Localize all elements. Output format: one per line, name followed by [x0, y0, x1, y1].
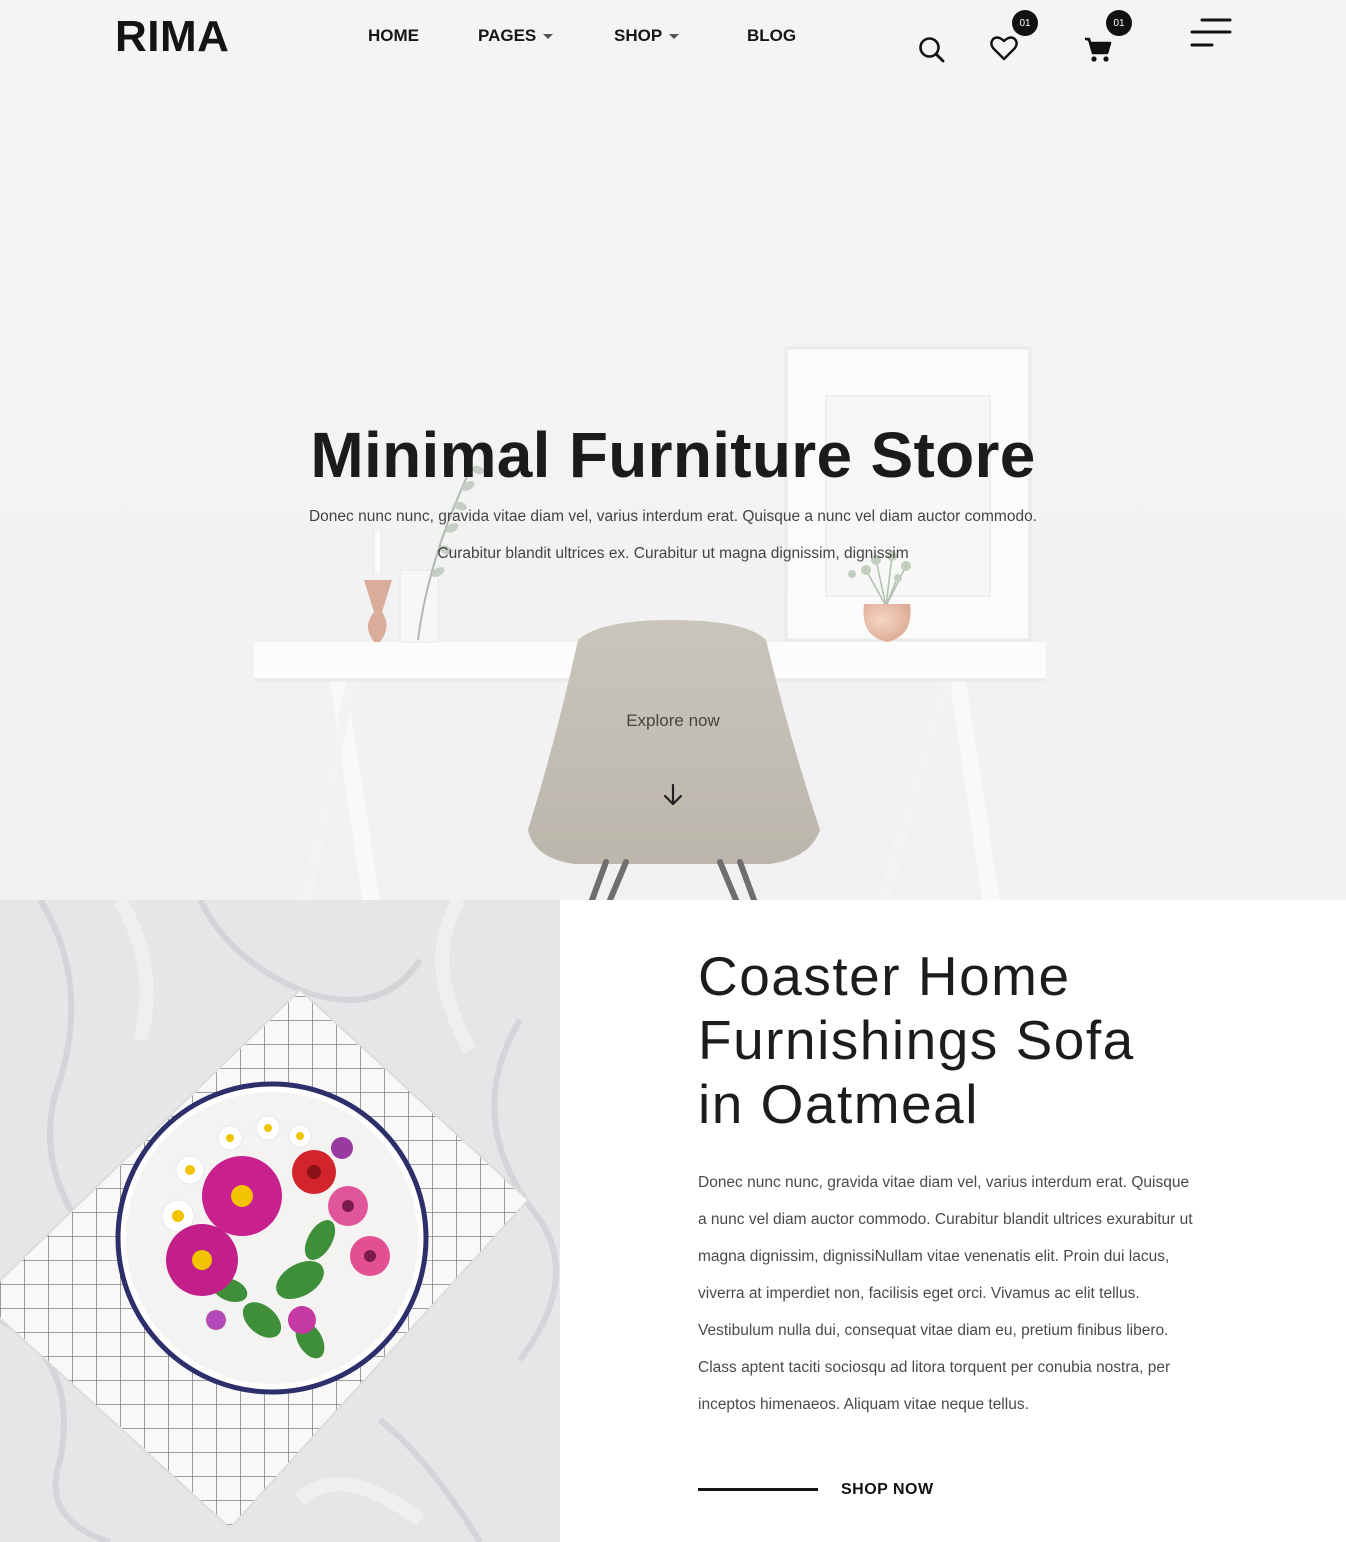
- hero-subtitle-line1: Donec nunc nunc, gravida vitae diam vel,…: [308, 508, 1037, 525]
- feature-description: Donec nunc nunc, gravida vitae diam vel,…: [698, 1164, 1228, 1423]
- wishlist-count-badge: 01: [1012, 10, 1038, 36]
- arrow-down-icon[interactable]: [662, 783, 684, 812]
- hero-subtitle-line2: Curabitur blandit ultrices ex. Curabitur…: [437, 545, 909, 562]
- feature-description-line: Vestibulum nulla dui, consequat vitae di…: [698, 1322, 1169, 1339]
- feature-description-line: Donec nunc nunc, gravida vitae diam vel,…: [698, 1174, 1190, 1191]
- explore-now-link[interactable]: Explore now: [0, 711, 1346, 731]
- heart-icon: [990, 36, 1018, 61]
- caret-down-icon: [669, 33, 680, 39]
- wishlist-button[interactable]: [990, 35, 1018, 66]
- feature-title-line: Coaster Home: [698, 945, 1071, 1007]
- nav-item-label: PAGES: [478, 26, 537, 45]
- shop-now-button[interactable]: SHOP NOW: [841, 1481, 934, 1499]
- cart-button[interactable]: [1084, 37, 1112, 68]
- feature-description-line: inceptos himenaeos. Aliquam vitae neque …: [698, 1396, 1029, 1413]
- feature-title-line: in Oatmeal: [698, 1073, 979, 1135]
- feature-image: [0, 900, 560, 1542]
- feature-description-line: Class aptent taciti sociosqu ad litora t…: [698, 1359, 1171, 1376]
- site-logo[interactable]: RIMA: [115, 12, 229, 62]
- menu-icon[interactable]: [1190, 17, 1232, 54]
- caret-down-icon: [543, 33, 554, 39]
- cart-count-badge: 01: [1106, 10, 1132, 36]
- nav-item-blog[interactable]: BLOG: [747, 26, 796, 46]
- shop-now-divider: [698, 1488, 818, 1491]
- nav-item-label: HOME: [368, 26, 419, 45]
- hero-title: Minimal Furniture Store: [310, 419, 1036, 491]
- nav-item-pages[interactable]: PAGES: [478, 26, 554, 46]
- nav-item-shop[interactable]: SHOP: [614, 26, 680, 46]
- feature-section: Coaster Home Furnishings Sofa in Oatmeal…: [560, 900, 1346, 1542]
- hero-section: RIMA HOME PAGES SHOP BLOG 01 01 Minimal …: [0, 0, 1346, 900]
- feature-title-line: Furnishings Sofa: [698, 1009, 1135, 1071]
- nav-item-home[interactable]: HOME: [368, 26, 419, 46]
- site-header: RIMA HOME PAGES SHOP BLOG 01 01: [0, 0, 1346, 90]
- nav-item-label: SHOP: [614, 26, 663, 45]
- cart-icon: [1085, 37, 1112, 62]
- search-icon[interactable]: [918, 36, 946, 69]
- feature-title: Coaster Home Furnishings Sofa in Oatmeal: [698, 944, 1258, 1136]
- feature-description-line: viverra at imperdiet non, facilisis eget…: [698, 1285, 1140, 1302]
- nav-item-label: BLOG: [747, 26, 797, 45]
- feature-description-line: magna dignissim, dignissiNullam vitae ve…: [698, 1248, 1170, 1265]
- feature-description-line: a nunc vel diam auctor commodo. Curabitu…: [698, 1211, 1193, 1228]
